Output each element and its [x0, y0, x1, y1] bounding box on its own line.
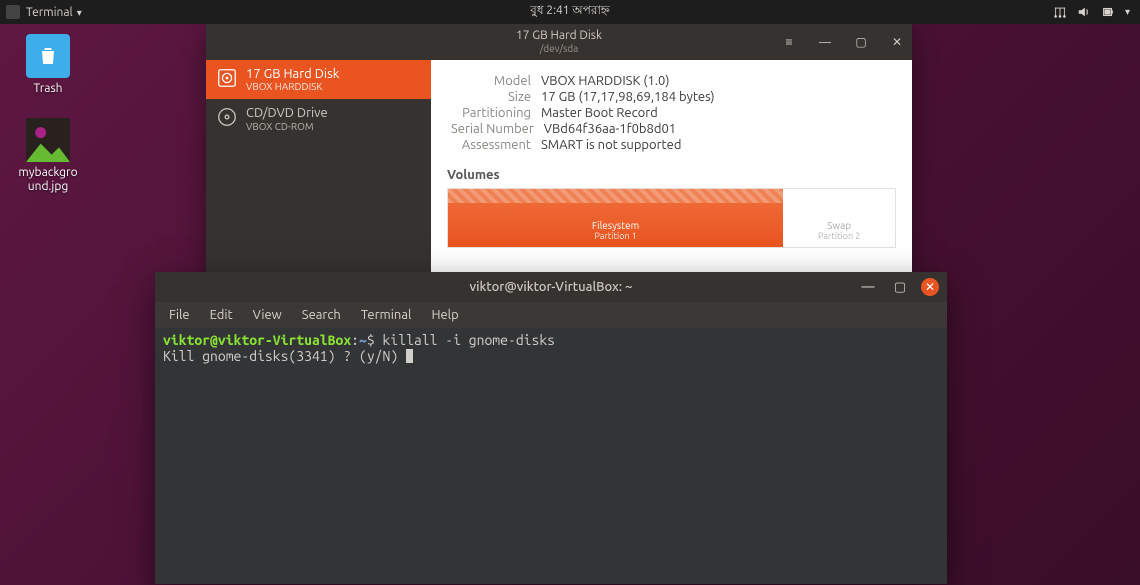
image-file-icon	[26, 118, 70, 162]
terminal-window: viktor@viktor-VirtualBox: ~ — ▢ ✕ File E…	[155, 272, 947, 584]
terminal-titlebar: viktor@viktor-VirtualBox: ~ — ▢ ✕	[155, 272, 947, 302]
disks-maximize-button[interactable]: ▢	[846, 24, 876, 60]
prompt-colon: :	[351, 332, 359, 348]
info-val-model: VBOX HARDDISK (1.0)	[541, 74, 669, 88]
volume1-label: Partition 1	[594, 231, 636, 241]
disks-subtitle: /dev/sda	[516, 43, 602, 55]
menu-view[interactable]: View	[245, 306, 290, 324]
info-val-size: 17 GB (17,17,98,69,184 bytes)	[541, 90, 715, 104]
info-key-model: Model	[451, 74, 541, 88]
menu-help[interactable]: Help	[423, 306, 466, 324]
top-panel: Terminal বুধ 2:41 অপরাহ্ন ▾	[0, 0, 1140, 24]
disks-window: 17 GB Hard Disk /dev/sda ≡ — ▢ ✕ 17 GB H…	[206, 24, 912, 272]
info-val-partitioning: Master Boot Record	[541, 106, 658, 120]
menu-terminal[interactable]: Terminal	[353, 306, 420, 324]
disk-info-table: ModelVBOX HARDDISK (1.0) Size17 GB (17,1…	[431, 60, 912, 162]
terminal-menubar: File Edit View Search Terminal Help	[155, 302, 947, 328]
terminal-maximize-button[interactable]: ▢	[885, 272, 915, 302]
sidebar-cdrom-model: VBOX CD-ROM	[246, 121, 328, 132]
volume2-label: Partition 2	[818, 231, 860, 241]
prompt-path: ~	[359, 332, 367, 348]
cdrom-icon	[216, 106, 238, 128]
terminal-title: viktor@viktor-VirtualBox: ~	[470, 280, 633, 294]
desktop-trash[interactable]: Trash	[8, 34, 88, 96]
info-key-size: Size	[451, 90, 541, 104]
menu-file[interactable]: File	[161, 306, 198, 324]
sidebar-disk-cdrom[interactable]: CD/DVD Drive VBOX CD-ROM	[206, 99, 431, 138]
sidebar-disk-harddisk[interactable]: 17 GB Hard Disk VBOX HARDDISK	[206, 60, 431, 99]
system-menu-arrow[interactable]: ▾	[1125, 6, 1130, 18]
menu-edit[interactable]: Edit	[202, 306, 241, 324]
volume1-type: Filesystem	[592, 220, 639, 231]
terminal-body[interactable]: viktor@viktor-VirtualBox:~$ killall -i g…	[155, 328, 947, 584]
disks-close-button[interactable]: ✕	[882, 24, 912, 60]
terminal-minimize-button[interactable]: —	[853, 272, 883, 302]
disks-minimize-button[interactable]: —	[810, 24, 840, 60]
info-key-serial: Serial Number	[451, 122, 544, 136]
sidebar-disk-model: VBOX HARDDISK	[246, 81, 339, 92]
network-icon[interactable]	[1053, 5, 1067, 19]
menu-search[interactable]: Search	[294, 306, 349, 324]
prompt-dollar: $	[367, 332, 375, 348]
trash-icon	[26, 34, 70, 78]
volume2-type: Swap	[827, 220, 851, 231]
info-key-assessment: Assessment	[451, 138, 541, 152]
disks-main-panel: ModelVBOX HARDDISK (1.0) Size17 GB (17,1…	[431, 60, 912, 272]
harddisk-icon	[216, 67, 238, 89]
desktop-trash-label: Trash	[8, 82, 88, 96]
desktop-image-file[interactable]: mybackgro und.jpg	[8, 118, 88, 195]
cursor	[406, 349, 413, 363]
desktop-image-label: mybackgro und.jpg	[8, 166, 88, 195]
typed-command: killall -i gnome-disks	[383, 332, 555, 348]
volume-partition-1[interactable]: Filesystem Partition 1	[448, 189, 783, 247]
terminal-close-button[interactable]: ✕	[915, 272, 945, 302]
volume-icon[interactable]	[1077, 5, 1091, 19]
disks-title: 17 GB Hard Disk	[516, 29, 602, 43]
info-val-assessment: SMART is not supported	[541, 138, 681, 152]
sidebar-cdrom-name: CD/DVD Drive	[246, 106, 328, 120]
sidebar-disk-name: 17 GB Hard Disk	[246, 67, 339, 81]
clock[interactable]: বুধ 2:41 অপরাহ্ন	[530, 2, 610, 22]
info-val-serial: VBd64f36aa-1f0b8d01	[544, 122, 676, 136]
volumes-box: Filesystem Partition 1 Swap Partition 2	[447, 188, 896, 248]
volumes-section-label: Volumes	[431, 162, 912, 188]
terminal-output: Kill gnome-disks(3341) ? (y/N)	[163, 348, 406, 364]
active-app-label[interactable]: Terminal	[26, 6, 82, 19]
volume-partition-2[interactable]: Swap Partition 2	[783, 189, 895, 247]
hamburger-menu-icon[interactable]: ≡	[774, 24, 804, 60]
prompt-user: viktor@viktor-VirtualBox	[163, 332, 351, 348]
disks-sidebar: 17 GB Hard Disk VBOX HARDDISK CD/DVD Dri…	[206, 60, 431, 272]
battery-icon[interactable]	[1101, 5, 1115, 19]
info-key-partitioning: Partitioning	[451, 106, 541, 120]
disks-titlebar: 17 GB Hard Disk /dev/sda ≡ — ▢ ✕	[206, 24, 912, 60]
app-indicator-icon	[6, 5, 20, 19]
